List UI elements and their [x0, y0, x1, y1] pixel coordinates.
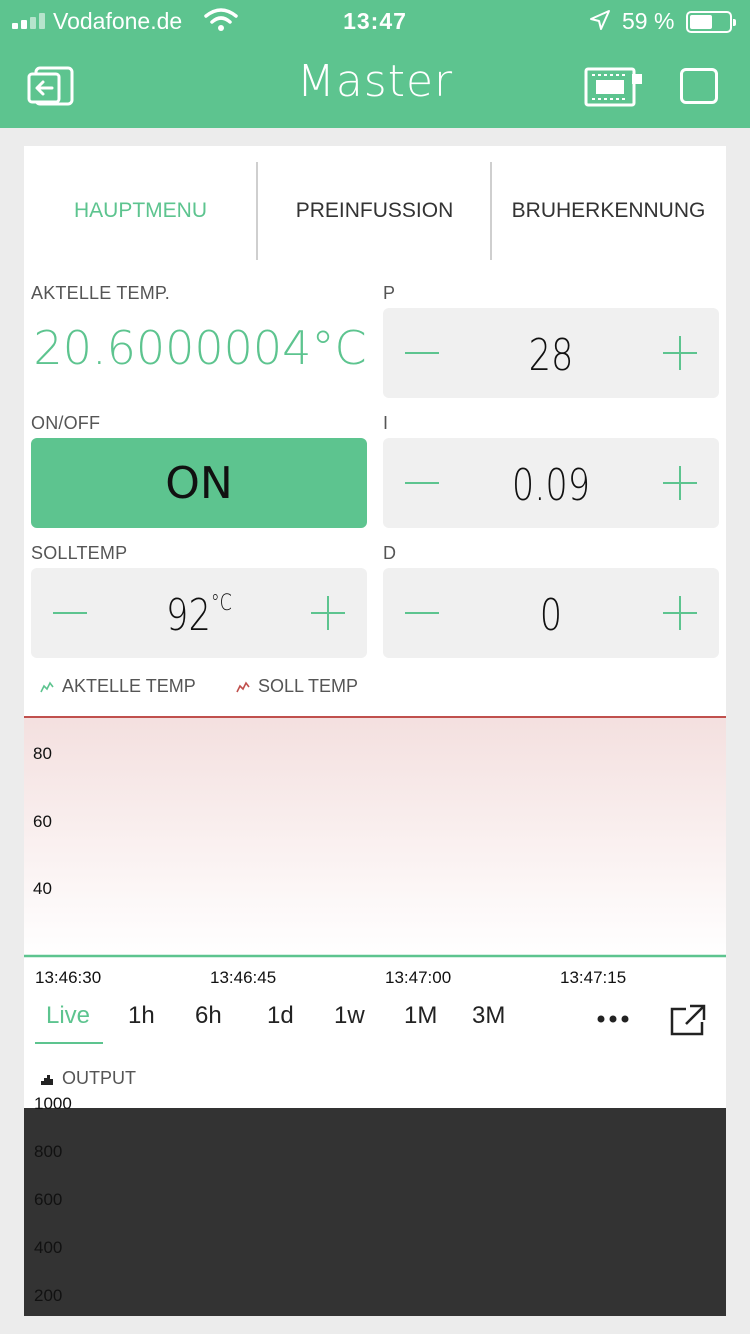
d-increment-button[interactable]	[663, 596, 697, 630]
range-1h[interactable]: 1h	[128, 1002, 155, 1042]
on-off-label: ON/OFF	[31, 413, 101, 433]
fullscreen-icon[interactable]	[670, 1004, 706, 1036]
y-tick: 400	[34, 1238, 63, 1257]
soll-temp-value: 92°C	[121, 590, 278, 641]
i-stepper: 0.09	[383, 438, 719, 528]
p-increment-button[interactable]	[663, 336, 697, 370]
range-1w[interactable]: 1w	[334, 1002, 365, 1042]
nav-bar: Master	[0, 42, 750, 128]
soll-temp-area	[24, 716, 726, 956]
soll-temp-decrement-button[interactable]	[53, 612, 87, 614]
d-stepper: 0	[383, 568, 719, 658]
legend-output[interactable]: OUTPUT	[40, 1068, 136, 1089]
y-tick: 80	[33, 744, 52, 763]
range-3m[interactable]: 3M	[472, 1002, 505, 1042]
more-options-icon[interactable]	[596, 1014, 630, 1024]
current-temp-value: 20.6000004°C	[33, 321, 367, 375]
soll-temp-increment-button[interactable]	[311, 596, 345, 630]
battery-percent: 59 %	[622, 8, 675, 34]
y-tick: 200	[34, 1286, 63, 1305]
output-chart[interactable]	[24, 1108, 726, 1316]
soll-temp-unit: °C	[210, 591, 232, 617]
soll-temp-stepper: 92°C	[31, 568, 367, 658]
line-chart-icon	[40, 680, 54, 692]
status-bar: Vodafone.de 13:47 59 %	[0, 0, 750, 42]
on-off-button[interactable]: ON	[31, 438, 367, 528]
d-label: D	[383, 543, 397, 563]
x-tick: 13:46:45	[210, 968, 277, 987]
p-label: P	[383, 283, 396, 303]
range-1m[interactable]: 1M	[404, 1002, 437, 1042]
tab-preinfussion[interactable]: PREINFUSSION	[258, 162, 491, 260]
y-tick: 1000	[34, 1094, 72, 1113]
i-decrement-button[interactable]	[405, 482, 439, 484]
line-chart-icon	[236, 680, 250, 692]
soll-temp-number: 92	[166, 590, 211, 641]
legend-label: SOLL TEMP	[258, 676, 359, 696]
y-tick: 40	[33, 879, 52, 898]
p-stepper: 28	[383, 308, 719, 398]
i-increment-button[interactable]	[663, 466, 697, 500]
i-label: I	[383, 413, 389, 433]
range-6h[interactable]: 6h	[195, 1002, 222, 1042]
bar-chart-icon	[41, 1074, 53, 1085]
dashboard-card: HAUPTMENU PREINFUSSION BRUHERKENNUNG AKT…	[24, 146, 726, 1316]
legend-soll-temp[interactable]: SOLL TEMP	[236, 676, 358, 697]
legend-label: AKTELLE TEMP	[62, 676, 196, 696]
battery-icon	[686, 11, 736, 33]
location-arrow-icon	[590, 10, 610, 30]
x-tick: 13:47:00	[385, 968, 452, 987]
tab-bruherkennung[interactable]: BRUHERKENNUNG	[492, 162, 725, 260]
stop-project-button[interactable]	[680, 68, 718, 104]
y-tick: 600	[34, 1190, 63, 1209]
legend-label: OUTPUT	[62, 1068, 136, 1088]
tab-hauptmenu[interactable]: HAUPTMENU	[24, 162, 257, 260]
p-value: 28	[528, 330, 574, 381]
x-tick: 13:47:15	[560, 968, 627, 987]
current-temp-label: AKTELLE TEMP.	[31, 283, 170, 303]
d-value: 0	[539, 590, 563, 641]
range-live[interactable]: Live	[46, 1002, 90, 1042]
device-status-icon[interactable]	[584, 66, 644, 108]
soll-temp-label: SOLLTEMP	[31, 543, 128, 563]
temperature-chart[interactable]	[24, 716, 726, 958]
p-decrement-button[interactable]	[405, 352, 439, 354]
legend-aktelle-temp[interactable]: AKTELLE TEMP	[40, 676, 196, 697]
x-tick: 13:46:30	[35, 968, 102, 987]
i-value: 0.09	[511, 460, 591, 511]
range-active-indicator	[35, 1042, 103, 1044]
y-tick: 800	[34, 1142, 63, 1161]
top-bar: Vodafone.de 13:47 59 % Master	[0, 0, 750, 128]
tab-bar: HAUPTMENU PREINFUSSION BRUHERKENNUNG	[24, 162, 726, 260]
range-1d[interactable]: 1d	[267, 1002, 294, 1042]
d-decrement-button[interactable]	[405, 612, 439, 614]
y-tick: 60	[33, 812, 52, 831]
